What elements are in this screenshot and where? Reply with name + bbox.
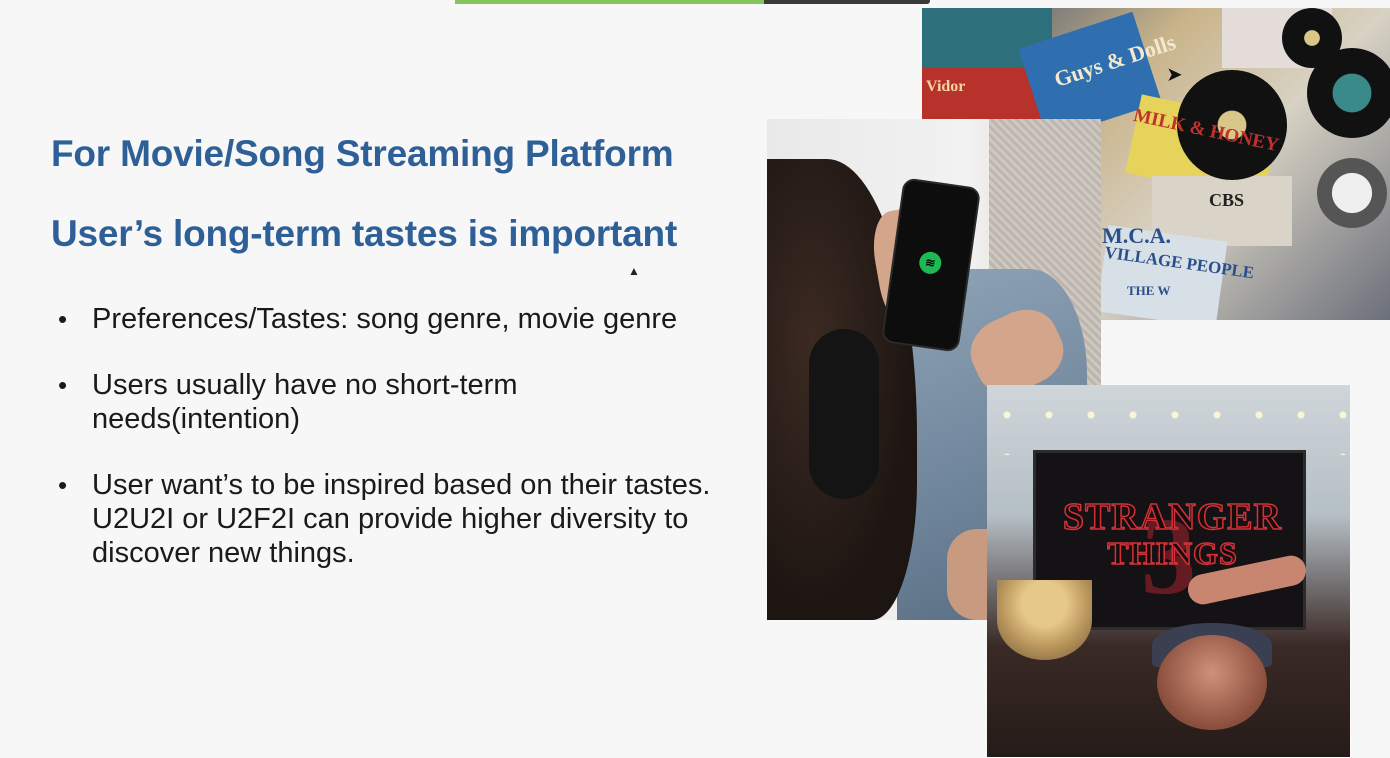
slide-title: For Movie/Song Streaming Platform bbox=[51, 133, 674, 174]
video-progress-fill bbox=[455, 0, 764, 4]
bullet-text: User want’s to be inspired based on thei… bbox=[92, 469, 711, 569]
stranger-things-tv-image: 3 STRANGER THINGS bbox=[987, 385, 1350, 757]
bullet-item: • User want’s to be inspired based on th… bbox=[56, 468, 716, 570]
string-lights bbox=[987, 385, 1350, 455]
bullet-dot-icon: • bbox=[58, 304, 68, 334]
person-head bbox=[1157, 635, 1267, 730]
bullet-text: Users usually have no short-term needs(i… bbox=[92, 369, 518, 435]
headphones bbox=[809, 329, 879, 499]
spotify-icon: ≋ bbox=[917, 250, 943, 276]
bullet-item: • Preferences/Tastes: song genre, movie … bbox=[56, 302, 716, 336]
tv-title-line-1: STRANGER bbox=[1062, 495, 1283, 539]
vinyl-text: CBS bbox=[1209, 190, 1245, 210]
bullet-item: • Users usually have no short-term needs… bbox=[56, 368, 716, 436]
vinyl-text: Vidor bbox=[926, 78, 966, 95]
popcorn-bowl bbox=[997, 580, 1092, 660]
bullet-list: • Preferences/Tastes: song genre, movie … bbox=[56, 302, 716, 602]
mouse-cursor-icon: ▲ bbox=[628, 264, 640, 278]
mouse-cursor-icon: ➤ bbox=[1166, 64, 1183, 86]
bullet-text: Preferences/Tastes: song genre, movie ge… bbox=[92, 303, 678, 335]
bullet-dot-icon: • bbox=[58, 370, 68, 400]
vinyl-text: THE W bbox=[1127, 283, 1171, 298]
bullet-dot-icon: • bbox=[58, 470, 68, 500]
slide-subtitle: User’s long-term tastes is important bbox=[51, 213, 678, 254]
video-progress-bar[interactable] bbox=[455, 0, 930, 4]
vinyl-record bbox=[1317, 158, 1387, 228]
vinyl-record bbox=[1282, 8, 1342, 68]
